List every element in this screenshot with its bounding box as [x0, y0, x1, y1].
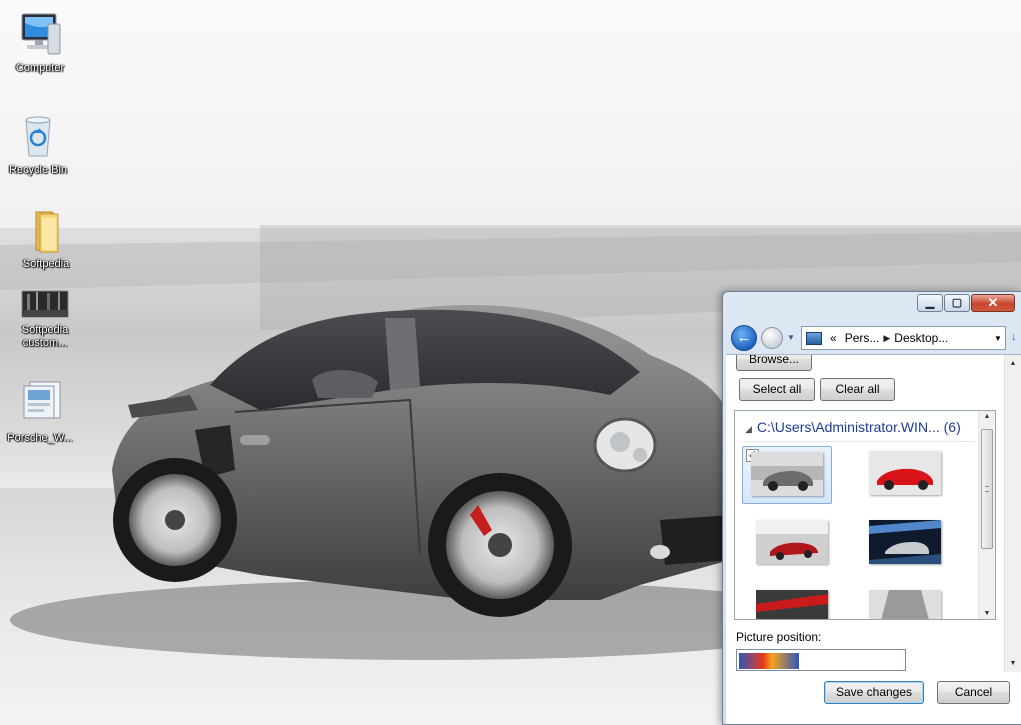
desktop-icon-label: Porsche_W...	[7, 432, 73, 444]
address-segment-personalization[interactable]: Pers...	[841, 331, 884, 345]
dialog-footer: Save changes Cancel	[726, 672, 1021, 724]
back-arrow-icon: ←	[736, 329, 752, 346]
desktop-icon-computer[interactable]: Computer	[2, 10, 78, 75]
wallpaper-thumbnail[interactable]	[861, 585, 951, 619]
wallpaper-image	[751, 452, 823, 496]
scroll-up-icon[interactable]: ▲	[1005, 355, 1021, 372]
desktop-icon-softpedia-custom[interactable]: Softpedia custom...	[7, 290, 83, 350]
address-segment-desktop[interactable]: Desktop...	[890, 331, 952, 345]
back-button[interactable]: ←	[731, 325, 757, 351]
content-scrollbar[interactable]: ▲ ▼	[1004, 355, 1021, 672]
picture-position-label: Picture position:	[736, 630, 822, 644]
computer-icon	[16, 10, 64, 58]
picture-gallery: ◢ C:\Users\Administrator.WIN... (6) ✓	[734, 410, 996, 620]
wallpaper-thumbnail[interactable]	[861, 446, 951, 504]
scroll-up-icon[interactable]: ▲	[979, 413, 995, 420]
folder-icon	[22, 206, 70, 254]
gallery-group-header[interactable]: ◢ C:\Users\Administrator.WIN... (6)	[745, 419, 961, 435]
window-content: Browse... Select all Clear all ▲ ▼ ◢ C:\U…	[726, 354, 1021, 724]
theme-file-icon	[16, 380, 64, 428]
image-thumbnail-icon	[21, 290, 69, 320]
select-all-button[interactable]: Select all	[739, 378, 815, 401]
desktop-icon-softpedia-folder[interactable]: Softpedia	[8, 206, 84, 271]
group-path: C:\Users\Administrator.WIN...	[756, 419, 940, 435]
group-divider	[745, 441, 975, 442]
wallpaper-thumbnail[interactable]	[748, 515, 838, 573]
grip-icon	[985, 486, 989, 492]
desktop-icon-label: Recycle Bin	[8, 164, 68, 176]
desktop-icon-label: Computer	[15, 62, 65, 74]
address-dropdown-icon[interactable]: ▼	[991, 334, 1005, 343]
desktop-icon-label: Softpedia	[22, 258, 70, 270]
scroll-down-icon[interactable]: ▼	[1005, 655, 1021, 672]
recent-pages-dropdown[interactable]: ▼	[787, 333, 795, 342]
maximize-icon: ▢	[951, 297, 963, 309]
position-preview-image	[739, 653, 799, 669]
minimize-button[interactable]: ▁	[917, 294, 943, 312]
desktop-icon-recycle-bin[interactable]: Recycle Bin	[0, 112, 76, 177]
desktop-background-window: ▁ ▢ ✕ ← ▼ « Pers... ▶ Desktop... ▼ ↓ Bro…	[722, 291, 1021, 725]
wallpaper-thumbnail[interactable]	[861, 515, 951, 573]
wallpaper-image	[869, 590, 941, 619]
navigation-bar: ← ▼ « Pers... ▶ Desktop... ▼ ↓	[731, 325, 1021, 351]
close-icon: ✕	[987, 295, 999, 310]
save-changes-button[interactable]: Save changes	[824, 681, 924, 704]
picture-position-select[interactable]	[736, 649, 906, 671]
gallery-scrollbar[interactable]: ▲ ▼	[978, 411, 995, 619]
desktop-icon-label: Softpedia custom...	[21, 324, 69, 349]
refresh-icon[interactable]: ↓	[1011, 331, 1017, 343]
wallpaper-thumbnail[interactable]: ✓	[742, 446, 832, 504]
clear-all-button[interactable]: Clear all	[820, 378, 895, 401]
maximize-button[interactable]: ▢	[944, 294, 970, 312]
scrollbar-thumb[interactable]	[981, 429, 993, 549]
wallpaper-image	[869, 451, 941, 495]
wallpaper-image	[756, 590, 828, 619]
breadcrumb-arrow-icon[interactable]: ▶	[883, 333, 890, 344]
browse-button[interactable]: Browse...	[736, 355, 812, 371]
group-count: (6)	[943, 419, 961, 435]
recycle-bin-icon	[14, 112, 62, 160]
desktop-icon-porsche-theme[interactable]: Porsche_W...	[2, 380, 78, 445]
scroll-down-icon[interactable]: ▼	[979, 610, 995, 617]
wallpaper-image	[756, 520, 828, 564]
address-bar[interactable]: « Pers... ▶ Desktop... ▼	[801, 326, 1006, 350]
cancel-button[interactable]: Cancel	[937, 681, 1010, 704]
wallpaper-image	[869, 520, 941, 564]
forward-button[interactable]	[761, 327, 783, 349]
close-button[interactable]: ✕	[971, 294, 1015, 312]
window-caption-buttons: ▁ ▢ ✕	[916, 294, 1015, 312]
address-overflow[interactable]: «	[826, 331, 841, 345]
minimize-icon: ▁	[925, 297, 935, 309]
wallpaper-thumbnail[interactable]	[748, 585, 838, 619]
control-panel-icon	[806, 331, 822, 345]
chevron-down-icon: ▼	[787, 333, 795, 342]
collapse-triangle-icon[interactable]: ◢	[745, 424, 752, 434]
